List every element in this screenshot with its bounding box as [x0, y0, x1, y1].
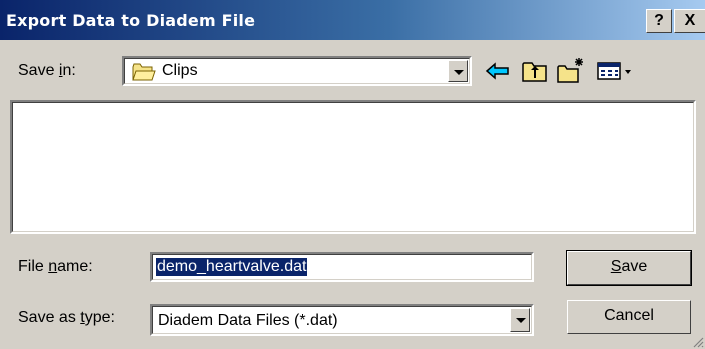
file-name-value: demo_heartvalve.dat — [156, 258, 308, 276]
resize-grip-icon[interactable] — [692, 336, 704, 348]
chevron-down-icon — [516, 318, 526, 323]
up-one-level-button[interactable] — [520, 56, 550, 86]
file-name-hotkey: n — [48, 258, 58, 275]
save-button[interactable]: Save — [566, 250, 692, 286]
up-folder-icon — [522, 62, 547, 82]
back-button[interactable] — [483, 56, 513, 86]
save-as-type-dropdown-button[interactable] — [510, 308, 530, 332]
window-title: Export Data to Diadem File — [6, 11, 256, 30]
save-in-folder-name: Clips — [162, 62, 198, 79]
new-folder-button[interactable] — [556, 56, 586, 86]
folder-icon — [132, 63, 156, 81]
view-menu-button[interactable] — [596, 56, 636, 86]
save-as-type-value: Diadem Data Files (*.dat) — [158, 312, 338, 329]
save-as-type-label: Save as type: — [18, 309, 115, 327]
save-label: ave — [621, 258, 648, 275]
file-name-label: File name: — [18, 258, 93, 276]
save-in-dropdown-button[interactable] — [448, 60, 468, 82]
cancel-button[interactable]: Cancel — [567, 300, 691, 334]
save-as-type-dropdown[interactable]: Diadem Data Files (*.dat) — [150, 304, 534, 336]
view-menu-icon — [597, 62, 631, 80]
help-button[interactable]: ? — [646, 9, 672, 33]
save-in-dropdown[interactable]: Clips — [122, 56, 472, 86]
save-in-label-end: n: — [62, 62, 76, 79]
save-in-label-text: Save — [18, 62, 59, 79]
new-folder-icon — [557, 58, 583, 83]
file-name-label-text: File — [18, 258, 49, 275]
back-arrow-icon — [485, 62, 509, 80]
chevron-down-icon — [454, 70, 464, 75]
export-dialog: Export Data to Diadem File ? X Save in: … — [0, 0, 705, 349]
save-hotkey: S — [610, 258, 622, 275]
save-as-type-label-end: ype: — [84, 309, 115, 326]
file-name-input[interactable]: demo_heartvalve.dat — [150, 252, 534, 282]
file-list-inner — [12, 102, 694, 232]
file-list[interactable] — [10, 100, 696, 234]
close-button[interactable]: X — [674, 9, 705, 33]
title-bar[interactable]: Export Data to Diadem File ? X — [0, 0, 705, 40]
save-in-label: Save in: — [18, 62, 76, 80]
file-name-label-end: ame: — [57, 258, 93, 275]
save-as-type-label-text: Save as — [18, 309, 81, 326]
